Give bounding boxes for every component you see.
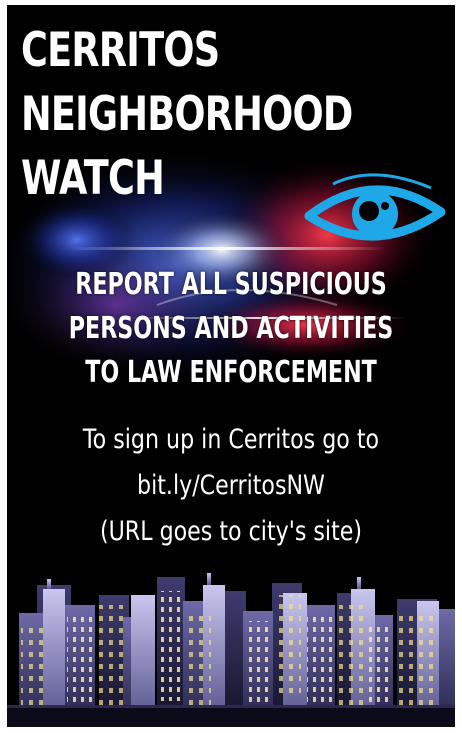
signup-link[interactable]: bit.ly/CerritosNW	[47, 463, 414, 509]
title-line-1: CERRITOS	[21, 23, 220, 78]
warning-line-2: PERSONS AND ACTIVITIES	[68, 311, 394, 346]
title-line-2: NEIGHBORHOOD	[21, 87, 353, 142]
eye-icon	[304, 173, 446, 241]
warning-line-3: TO LAW ENFORCEMENT	[85, 355, 377, 390]
warning-line-1: REPORT ALL SUSPICIOUS	[75, 267, 387, 302]
city-skyline	[7, 573, 455, 727]
signup-line-1: To sign up in Cerritos go to	[82, 424, 380, 455]
report-warning: REPORT ALL SUSPICIOUS PERSONS AND ACTIVI…	[7, 263, 455, 395]
signup-info: To sign up in Cerritos go to bit.ly/Cerr…	[7, 417, 455, 555]
poster: CERRITOS NEIGHBORHOOD WATCH REPORT ALL S…	[7, 5, 455, 727]
signup-note: (URL goes to city's site)	[99, 516, 363, 547]
